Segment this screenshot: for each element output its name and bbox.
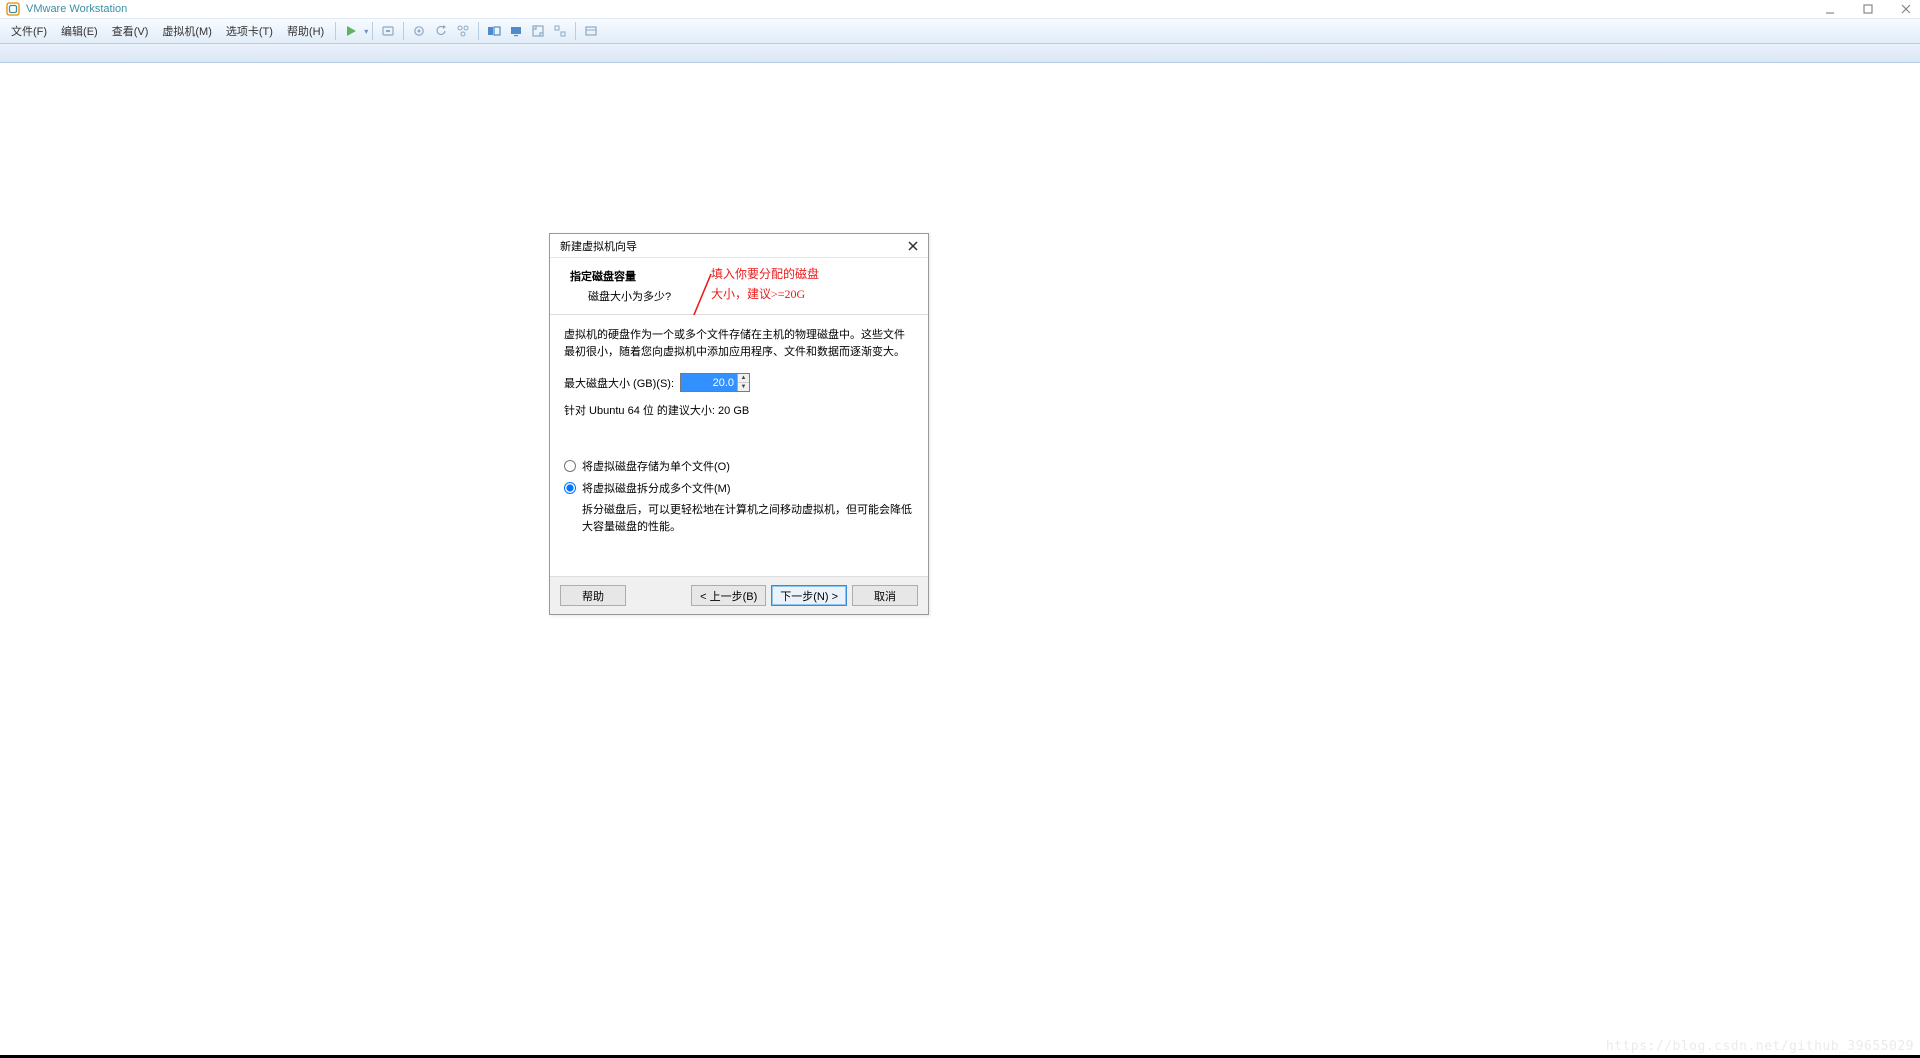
- fullscreen-icon[interactable]: [529, 22, 547, 40]
- toolbar-separator: [478, 22, 479, 40]
- cancel-button[interactable]: 取消: [852, 585, 918, 606]
- snapshot-take-icon[interactable]: [410, 22, 428, 40]
- menu-edit[interactable]: 编辑(E): [54, 19, 105, 43]
- snapshot-manager-icon[interactable]: [454, 22, 472, 40]
- toolbar-separator: [575, 22, 576, 40]
- minimize-button[interactable]: [1820, 2, 1840, 16]
- toolbar-separator: [403, 22, 404, 40]
- show-console-icon[interactable]: [507, 22, 525, 40]
- vmware-logo-icon: [6, 2, 20, 16]
- recommended-size-text: 针对 Ubuntu 64 位 的建议大小: 20 GB: [564, 402, 914, 418]
- toolbar-separator: [335, 22, 336, 40]
- dialog-header: 指定磁盘容量 磁盘大小为多少? 填入你要分配的磁盘 大小，建议>=20G: [550, 258, 928, 315]
- snapshot-revert-icon[interactable]: [432, 22, 450, 40]
- show-library-icon[interactable]: [485, 22, 503, 40]
- dialog-title: 新建虚拟机向导: [560, 238, 637, 254]
- disk-size-label: 最大磁盘大小 (GB)(S):: [564, 375, 674, 391]
- menu-file[interactable]: 文件(F): [4, 19, 54, 43]
- menubar: 文件(F) 编辑(E) 查看(V) 虚拟机(M) 选项卡(T) 帮助(H) ▾: [0, 18, 1920, 44]
- dialog-titlebar: 新建虚拟机向导: [550, 234, 928, 258]
- radio-split-files-label: 将虚拟磁盘拆分成多个文件(M): [582, 480, 731, 496]
- tab-strip: [0, 44, 1920, 63]
- help-button[interactable]: 帮助: [560, 585, 626, 606]
- disk-description: 虚拟机的硬盘作为一个或多个文件存储在主机的物理磁盘中。这些文件最初很小，随着您向…: [564, 327, 914, 361]
- menu-tabs[interactable]: 选项卡(T): [219, 19, 280, 43]
- disk-size-row: 最大磁盘大小 (GB)(S): ▲ ▼: [564, 373, 914, 392]
- next-button[interactable]: 下一步(N) >: [771, 585, 847, 606]
- power-on-icon[interactable]: [342, 22, 360, 40]
- disk-size-spinner: ▲ ▼: [680, 373, 750, 392]
- spin-down-button[interactable]: ▼: [738, 383, 749, 391]
- disk-size-input[interactable]: [681, 374, 737, 391]
- radio-single-file-input[interactable]: [564, 460, 576, 472]
- dialog-footer: 帮助 < 上一步(B) 下一步(N) > 取消: [550, 576, 928, 614]
- back-button[interactable]: < 上一步(B): [691, 585, 766, 606]
- dialog-header-subtitle: 磁盘大小为多少?: [570, 284, 914, 304]
- dialog-body: 虚拟机的硬盘作为一个或多个文件存储在主机的物理磁盘中。这些文件最初很小，随着您向…: [550, 315, 928, 576]
- radio-single-file-label: 将虚拟磁盘存储为单个文件(O): [582, 458, 730, 474]
- menu-vm[interactable]: 虚拟机(M): [155, 19, 219, 43]
- radio-split-files[interactable]: 将虚拟磁盘拆分成多个文件(M): [564, 480, 914, 496]
- maximize-button[interactable]: [1858, 2, 1878, 16]
- power-dropdown-icon[interactable]: ▾: [364, 27, 368, 36]
- main-content: [0, 63, 1920, 1058]
- toolbar-separator: [372, 22, 373, 40]
- send-ctrl-alt-del-icon[interactable]: [379, 22, 397, 40]
- spin-up-button[interactable]: ▲: [738, 374, 749, 383]
- radio-split-files-input[interactable]: [564, 482, 576, 494]
- thumbnail-icon[interactable]: [582, 22, 600, 40]
- unity-icon[interactable]: [551, 22, 569, 40]
- dialog-header-title: 指定磁盘容量: [570, 268, 914, 284]
- menu-view[interactable]: 查看(V): [105, 19, 156, 43]
- watermark-text: https://blog.csdn.net/github_39655029: [1606, 1039, 1914, 1054]
- menu-help[interactable]: 帮助(H): [280, 19, 331, 43]
- dialog-close-button[interactable]: [904, 237, 922, 255]
- radio-single-file[interactable]: 将虚拟磁盘存储为单个文件(O): [564, 458, 914, 474]
- radio-split-help-text: 拆分磁盘后，可以更轻松地在计算机之间移动虚拟机，但可能会降低大容量磁盘的性能。: [564, 502, 914, 536]
- close-button[interactable]: [1896, 2, 1916, 16]
- new-vm-wizard-dialog: 新建虚拟机向导 指定磁盘容量 磁盘大小为多少? 填入你要分配的磁盘 大小，建议>…: [549, 233, 929, 615]
- window-titlebar: VMware Workstation: [0, 0, 1920, 18]
- window-controls: [1820, 0, 1916, 18]
- window-title: VMware Workstation: [26, 3, 127, 15]
